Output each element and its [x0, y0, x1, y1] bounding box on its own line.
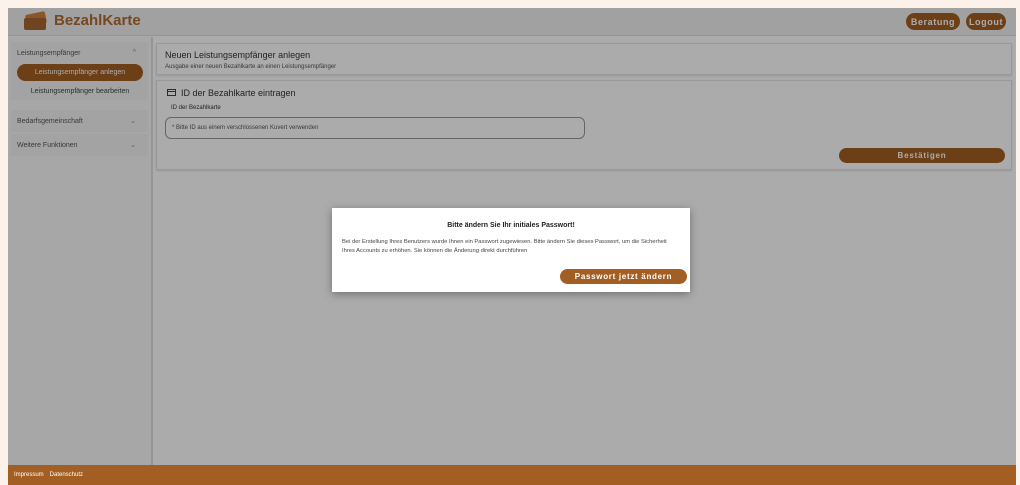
datenschutz-link[interactable]: Datenschutz	[50, 472, 83, 478]
dialog-title: Bitte ändern Sie Ihr initiales Passwort!	[447, 222, 575, 229]
password-change-dialog: Bitte ändern Sie Ihr initiales Passwort!…	[332, 208, 690, 292]
footer: Impressum Datenschutz	[8, 465, 1016, 485]
change-password-button[interactable]: Passwort jetzt ändern	[560, 269, 687, 284]
app-frame: BezahlKarte Beratung Logout Leistungsemp…	[8, 8, 1016, 485]
dialog-body: Bei der Erstellung Ihres Benutzers wurde…	[342, 239, 667, 254]
impressum-link[interactable]: Impressum	[14, 472, 44, 478]
